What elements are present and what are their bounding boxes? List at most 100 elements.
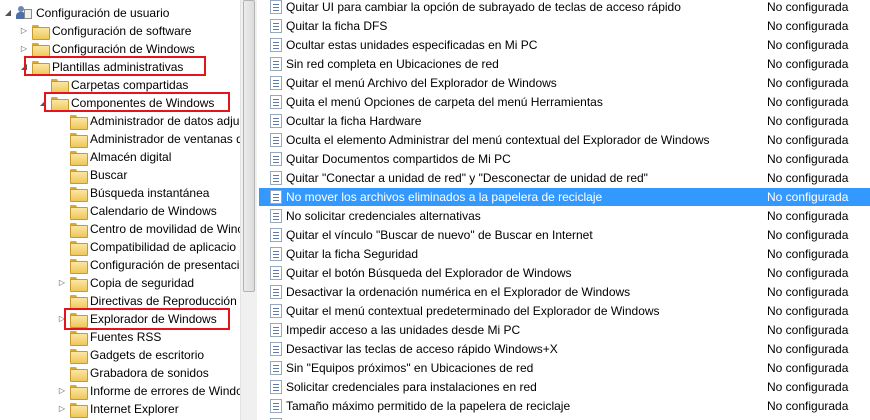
policy-setting-icon — [270, 266, 282, 280]
folder-icon — [70, 240, 88, 256]
setting-name: Quitar la ficha DFS — [286, 19, 388, 33]
tree-item-label: Búsqueda instantánea — [90, 186, 210, 200]
setting-row[interactable]: No solicitar credenciales alternativas No… — [259, 207, 870, 225]
setting-state: No configurada — [767, 57, 849, 71]
tree-item[interactable]: ▷Centro de movilidad de Winc — [57, 220, 240, 238]
policy-setting-icon — [270, 228, 282, 242]
setting-state: No configurada — [767, 209, 849, 223]
tree-item[interactable]: ▷Configuración de presentaci — [57, 256, 239, 274]
tree-item[interactable]: ▷Administrador de datos adju — [57, 112, 239, 130]
tree-item[interactable]: ▷Calendario de Windows — [57, 202, 217, 220]
tree-item[interactable]: ▷Compatibilidad de aplicacio — [57, 238, 236, 256]
tree-item[interactable]: ▷ Copia de seguridad — [57, 274, 194, 292]
tree-item[interactable]: ▷ Informe de errores de Windo — [57, 382, 240, 400]
setting-state: No configurada — [767, 76, 849, 90]
tree-item[interactable]: ▷Grabadora de sonidos — [57, 364, 209, 382]
policy-setting-icon — [270, 152, 282, 166]
policy-setting-icon — [270, 380, 282, 394]
setting-row[interactable]: Desactivar las teclas de acceso rápido W… — [259, 340, 870, 358]
tree-item[interactable]: ▷Buscar — [57, 166, 127, 184]
setting-row[interactable]: Ocultar estas unidades especificadas en … — [259, 36, 870, 54]
setting-name: Quitar el vínculo "Buscar de nuevo" de B… — [286, 228, 593, 242]
folder-icon — [70, 276, 88, 292]
setting-row[interactable]: Sin "Equipos próximos" en Ubicaciones de… — [259, 359, 870, 377]
setting-row[interactable]: Quita el menú Opciones de carpeta del me… — [259, 93, 870, 111]
expand-arrow-icon[interactable]: ▷ — [57, 274, 67, 292]
tree-item[interactable]: ▷Fuentes RSS — [57, 328, 161, 346]
tree-item-label: Almacén digital — [90, 150, 172, 164]
navigation-tree: ◢ Configuración de usuario ▷ Configuració… — [0, 0, 240, 420]
setting-row[interactable]: Quitar la ficha DFS No configurada — [259, 17, 870, 35]
setting-state: No configurada — [767, 399, 849, 413]
tree-item[interactable]: ▷Búsqueda instantánea — [57, 184, 209, 202]
setting-row[interactable]: Quitar el menú Archivo del Explorador de… — [259, 74, 870, 92]
setting-row[interactable] — [259, 416, 870, 420]
folder-icon — [70, 348, 88, 364]
folder-icon — [70, 114, 88, 130]
setting-name: Quitar Documentos compartidos de Mi PC — [286, 152, 511, 166]
policy-setting-icon — [270, 76, 282, 90]
expand-arrow-icon[interactable]: ▷ — [19, 22, 29, 40]
highlight-box — [64, 308, 230, 330]
setting-row[interactable]: Quitar la ficha Seguridad No configurada — [259, 245, 870, 263]
setting-row[interactable]: Sin red completa en Ubicaciones de red No… — [259, 55, 870, 73]
policy-setting-icon — [270, 95, 282, 109]
setting-row[interactable]: Impedir acceso a las unidades desde Mi P… — [259, 321, 870, 339]
setting-row[interactable]: Quitar el menú contextual predeterminado… — [259, 302, 870, 320]
folder-icon — [70, 168, 88, 184]
setting-state: No configurada — [767, 114, 849, 128]
setting-row[interactable]: Oculta el elemento Administrar del menú … — [259, 131, 870, 149]
tree-item[interactable]: ▷Almacén digital — [57, 148, 171, 166]
collapse-arrow-icon[interactable]: ◢ — [3, 4, 13, 22]
setting-row[interactable]: Quitar "Conectar a unidad de red" y "Des… — [259, 169, 870, 187]
setting-row[interactable]: Ocultar la ficha Hardware No configurada — [259, 112, 870, 130]
expand-arrow-icon[interactable]: ▷ — [57, 382, 67, 400]
setting-name: Quitar el menú Archivo del Explorador de… — [286, 76, 557, 90]
setting-name: Impedir acceso a las unidades desde Mi P… — [286, 323, 521, 337]
setting-row[interactable]: Tamaño máximo permitido de la papelera d… — [259, 397, 870, 415]
setting-row[interactable]: Desactivar la ordenación numérica en el … — [259, 283, 870, 301]
policy-setting-icon — [270, 190, 282, 204]
tree-item-label: Compatibilidad de aplicacio — [90, 240, 237, 254]
setting-name: Sin "Equipos próximos" en Ubicaciones de… — [286, 361, 534, 375]
setting-name: Quitar "Conectar a unidad de red" y "Des… — [286, 171, 648, 185]
setting-row-selected[interactable]: No mover los archivos eliminados a la pa… — [259, 188, 870, 206]
expand-arrow-icon[interactable]: ▷ — [57, 400, 67, 418]
setting-row[interactable]: Solicitar credenciales para instalacione… — [259, 378, 870, 396]
folder-icon — [70, 186, 88, 202]
policy-setting-icon — [270, 209, 282, 223]
setting-name: Quitar UI para cambiar la opción de subr… — [286, 0, 681, 14]
highlight-box — [44, 92, 230, 112]
tree-item[interactable]: ▷ Internet Explorer — [57, 400, 179, 418]
setting-name: Quitar la ficha Seguridad — [286, 247, 419, 261]
folder-icon — [70, 258, 88, 274]
folder-icon — [70, 204, 88, 220]
setting-row[interactable]: Quitar el vínculo "Buscar de nuevo" de B… — [259, 226, 870, 244]
tree-root-label: Configuración de usuario — [36, 6, 170, 20]
tree-root-user-config[interactable]: ◢ Configuración de usuario — [3, 4, 169, 22]
setting-name: Oculta el elemento Administrar del menú … — [286, 133, 710, 147]
setting-row[interactable]: Quitar UI para cambiar la opción de subr… — [259, 0, 870, 16]
policy-setting-icon — [270, 323, 282, 337]
setting-state: No configurada — [767, 95, 849, 109]
setting-name: Quitar el menú contextual predeterminado… — [286, 304, 660, 318]
policy-setting-icon — [270, 57, 282, 71]
tree-item-label: Calendario de Windows — [90, 204, 217, 218]
tree-item-label: Buscar — [90, 168, 128, 182]
setting-name: Quita el menú Opciones de carpeta del me… — [286, 95, 603, 109]
setting-name: Solicitar credenciales para instalacione… — [286, 380, 537, 394]
tree-scrollbar-thumb[interactable] — [243, 0, 255, 292]
tree-item[interactable]: ▷Gadgets de escritorio — [57, 346, 204, 364]
policy-setting-icon — [270, 171, 282, 185]
setting-state: No configurada — [767, 380, 849, 394]
tree-scrollbar[interactable] — [240, 0, 257, 420]
setting-row[interactable]: Quitar el botón Búsqueda del Explorador … — [259, 264, 870, 282]
tree-item[interactable]: ▷ Configuración de software — [19, 22, 191, 40]
tree-item-label: Fuentes RSS — [90, 330, 162, 344]
setting-state: No configurada — [767, 171, 849, 185]
setting-state: No configurada — [767, 342, 849, 356]
setting-row[interactable]: Quitar Documentos compartidos de Mi PC No… — [259, 150, 870, 168]
tree-item[interactable]: ▷Administrador de ventanas d — [57, 130, 240, 148]
tree-item-label: Grabadora de sonidos — [90, 366, 209, 380]
setting-state: No configurada — [767, 190, 849, 204]
